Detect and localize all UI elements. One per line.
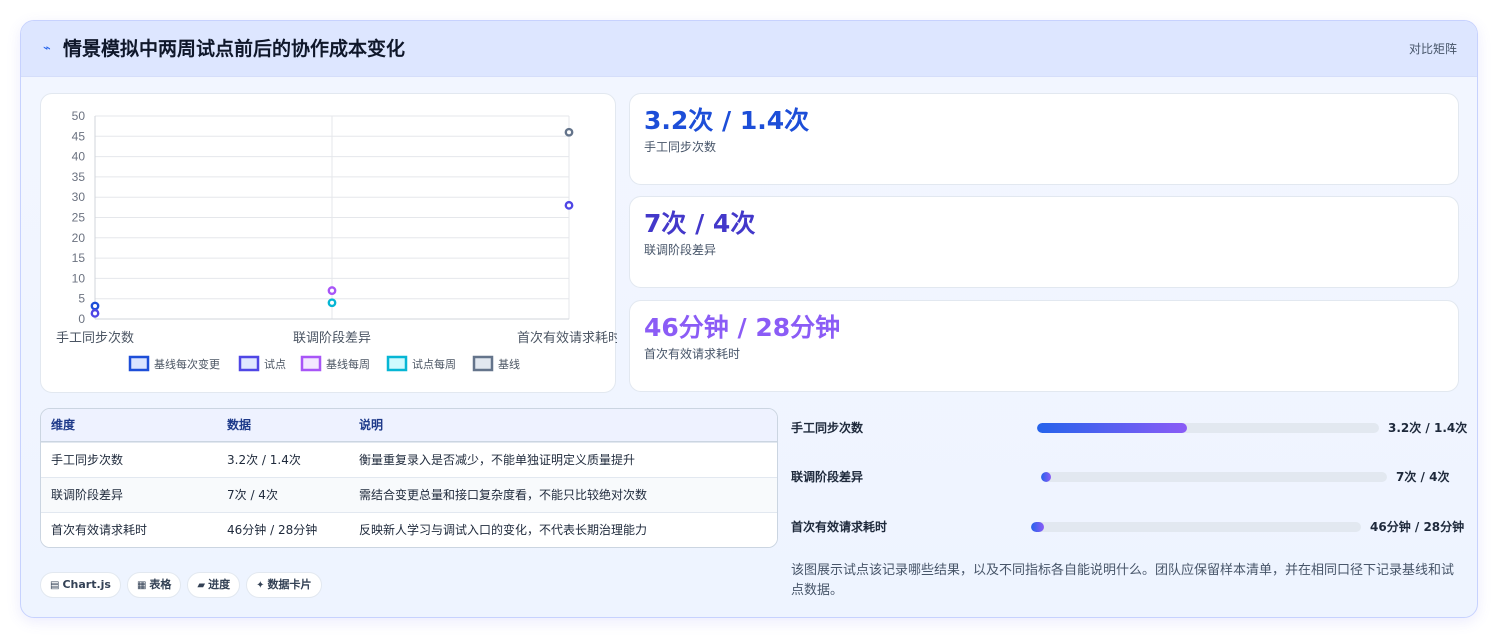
legend-label: 基线 — [498, 357, 520, 371]
table-cell: 3.2次 / 1.4次 — [227, 453, 301, 467]
progress-icon: ▰ — [197, 580, 206, 591]
tag-label: 表格 — [149, 578, 172, 591]
data-point — [564, 200, 574, 210]
tag-label: Chart.js — [62, 578, 111, 591]
progress-track — [1031, 522, 1361, 532]
table-icon: ▦ — [136, 580, 147, 591]
y-tick-label: 5 — [78, 292, 85, 306]
progress-label: 联调阶段差异 — [791, 470, 864, 484]
y-tick-label: 30 — [72, 190, 86, 204]
legend-label: 试点 — [264, 358, 286, 371]
table-cell: 反映新人学习与调试入口的变化，不代表长期治理能力 — [359, 523, 648, 537]
y-tick-label: 35 — [72, 170, 86, 184]
progress-value: 7次 / 4次 — [1396, 470, 1450, 484]
stat-label: 联调阶段差异 — [644, 243, 717, 257]
y-tick-label: 15 — [72, 251, 86, 265]
card-header: ⌁ 情景模拟中两周试点前后的协作成本变化 对比矩阵 — [21, 21, 1477, 77]
table-row: 首次有效请求耗时 46分钟 / 28分钟 反映新人学习与调试入口的变化，不代表长… — [41, 512, 777, 547]
y-tick-label: 20 — [72, 231, 86, 245]
table-header-row: 维度 数据 说明 — [41, 409, 777, 442]
progress-track — [1041, 472, 1387, 482]
progress-row-first-request: 首次有效请求耗时 46分钟 / 28分钟 — [791, 515, 1465, 539]
data-point — [327, 298, 337, 308]
table-header-cell: 维度 — [51, 418, 76, 432]
legend-swatch — [472, 355, 494, 372]
legend-swatch — [386, 355, 408, 372]
table-cell: 联调阶段差异 — [51, 488, 124, 502]
comparison-table: 维度 数据 说明 手工同步次数 3.2次 / 1.4次 衡量重复录入是否减少，不… — [40, 408, 778, 548]
matrix-badge: 对比矩阵 — [1408, 42, 1457, 56]
progress-fill — [1031, 522, 1045, 532]
tag-table[interactable]: ▦ 表格 — [126, 572, 182, 598]
x-tick-label: 首次有效请求耗时 — [517, 330, 617, 346]
table-header-cell: 说明 — [359, 418, 384, 432]
table-header-cell: 数据 — [227, 418, 252, 432]
stat-label: 手工同步次数 — [644, 140, 717, 154]
stat-card-sync: 3.2次 / 1.4次 手工同步次数 — [629, 93, 1459, 185]
tech-tags: ▤ Chart.js ▦ 表格 ▰ 进度 ✦ 数据卡片 — [40, 572, 328, 598]
tag-label: 数据卡片 — [267, 578, 312, 591]
comparison-card: ⌁ 情景模拟中两周试点前后的协作成本变化 对比矩阵 0 5 10 15 20 25 30 35… — [20, 20, 1478, 618]
chart-icon: ▤ — [50, 580, 60, 591]
stat-value: 7次 / 4次 — [644, 209, 756, 238]
scatter-chart-panel: 0 5 10 15 20 25 30 35 40 45 50 手工同步次数 联调阶段差异 首次有效请求耗时… — [40, 93, 617, 393]
progress-value: 3.2次 / 1.4次 — [1388, 421, 1468, 435]
card-title: 情景模拟中两周试点前后的协作成本变化 — [63, 38, 406, 60]
x-tick-label: 手工同步次数 — [56, 330, 134, 346]
table-cell: 衡量重复录入是否减少，不能单独证明定义质量提升 — [359, 453, 636, 467]
stat-label: 首次有效请求耗时 — [644, 347, 741, 361]
data-point — [564, 127, 574, 137]
table-row: 联调阶段差异 7次 / 4次 需结合变更总量和接口复杂度看，不能只比较绝对次数 — [41, 477, 777, 512]
stat-value: 46分钟 / 28分钟 — [644, 313, 841, 342]
data-point — [90, 308, 100, 318]
progress-label: 首次有效请求耗时 — [791, 520, 888, 534]
y-tick-label: 0 — [78, 312, 85, 326]
legend-label: 试点每周 — [412, 357, 456, 371]
scatter-chart: 0 5 10 15 20 25 30 35 40 45 50 手工同步次数 联调阶段差异 首次有效请求耗时… — [56, 109, 617, 372]
data-point — [327, 286, 337, 295]
stat-card-first-request: 46分钟 / 28分钟 首次有效请求耗时 — [629, 300, 1459, 392]
data-point — [90, 301, 100, 311]
legend-swatch — [300, 355, 322, 372]
tag-progress[interactable]: ▰ 进度 — [187, 572, 241, 598]
progress-value: 46分钟 / 28分钟 — [1370, 520, 1465, 534]
tag-chartjs[interactable]: ▤ Chart.js — [40, 572, 121, 598]
y-tick-label: 10 — [72, 271, 86, 285]
table-cell: 需结合变更总量和接口复杂度看，不能只比较绝对次数 — [359, 488, 648, 502]
progress-track — [1037, 423, 1379, 433]
progress-fill — [1041, 472, 1052, 482]
sparkle-icon: ✦ — [256, 580, 265, 591]
progress-row-integration: 联调阶段差异 7次 / 4次 — [791, 465, 1461, 489]
x-tick-label: 联调阶段差异 — [293, 331, 371, 346]
stat-card-integration: 7次 / 4次 联调阶段差异 — [629, 196, 1459, 288]
table-cell: 7次 / 4次 — [227, 488, 278, 502]
stat-value: 3.2次 / 1.4次 — [644, 106, 810, 135]
legend-swatch — [238, 355, 260, 372]
chart-note: 该图展示试点该记录哪些结果，以及不同指标各自能说明什么。团队应保留样本清单，并在… — [791, 563, 1455, 598]
legend-label: 基线每周 — [326, 357, 370, 371]
progress-fill — [1037, 423, 1188, 433]
tag-data-cards[interactable]: ✦ 数据卡片 — [246, 572, 322, 598]
sparkline-icon: ⌁ — [43, 41, 51, 56]
legend-swatch — [128, 355, 150, 372]
table-row: 手工同步次数 3.2次 / 1.4次 衡量重复录入是否减少，不能单独证明定义质量… — [41, 442, 777, 477]
y-tick-label: 25 — [72, 211, 86, 225]
y-tick-label: 50 — [72, 109, 86, 123]
table-cell: 46分钟 / 28分钟 — [227, 523, 318, 537]
table-cell: 手工同步次数 — [51, 453, 124, 467]
y-tick-label: 45 — [72, 129, 86, 143]
table-cell: 首次有效请求耗时 — [51, 523, 148, 537]
progress-row-sync: 手工同步次数 3.2次 / 1.4次 — [791, 416, 1467, 440]
progress-label: 手工同步次数 — [791, 421, 864, 435]
legend-label: 基线每次变更 — [154, 357, 220, 371]
tag-label: 进度 — [208, 578, 231, 591]
y-tick-label: 40 — [72, 150, 86, 164]
